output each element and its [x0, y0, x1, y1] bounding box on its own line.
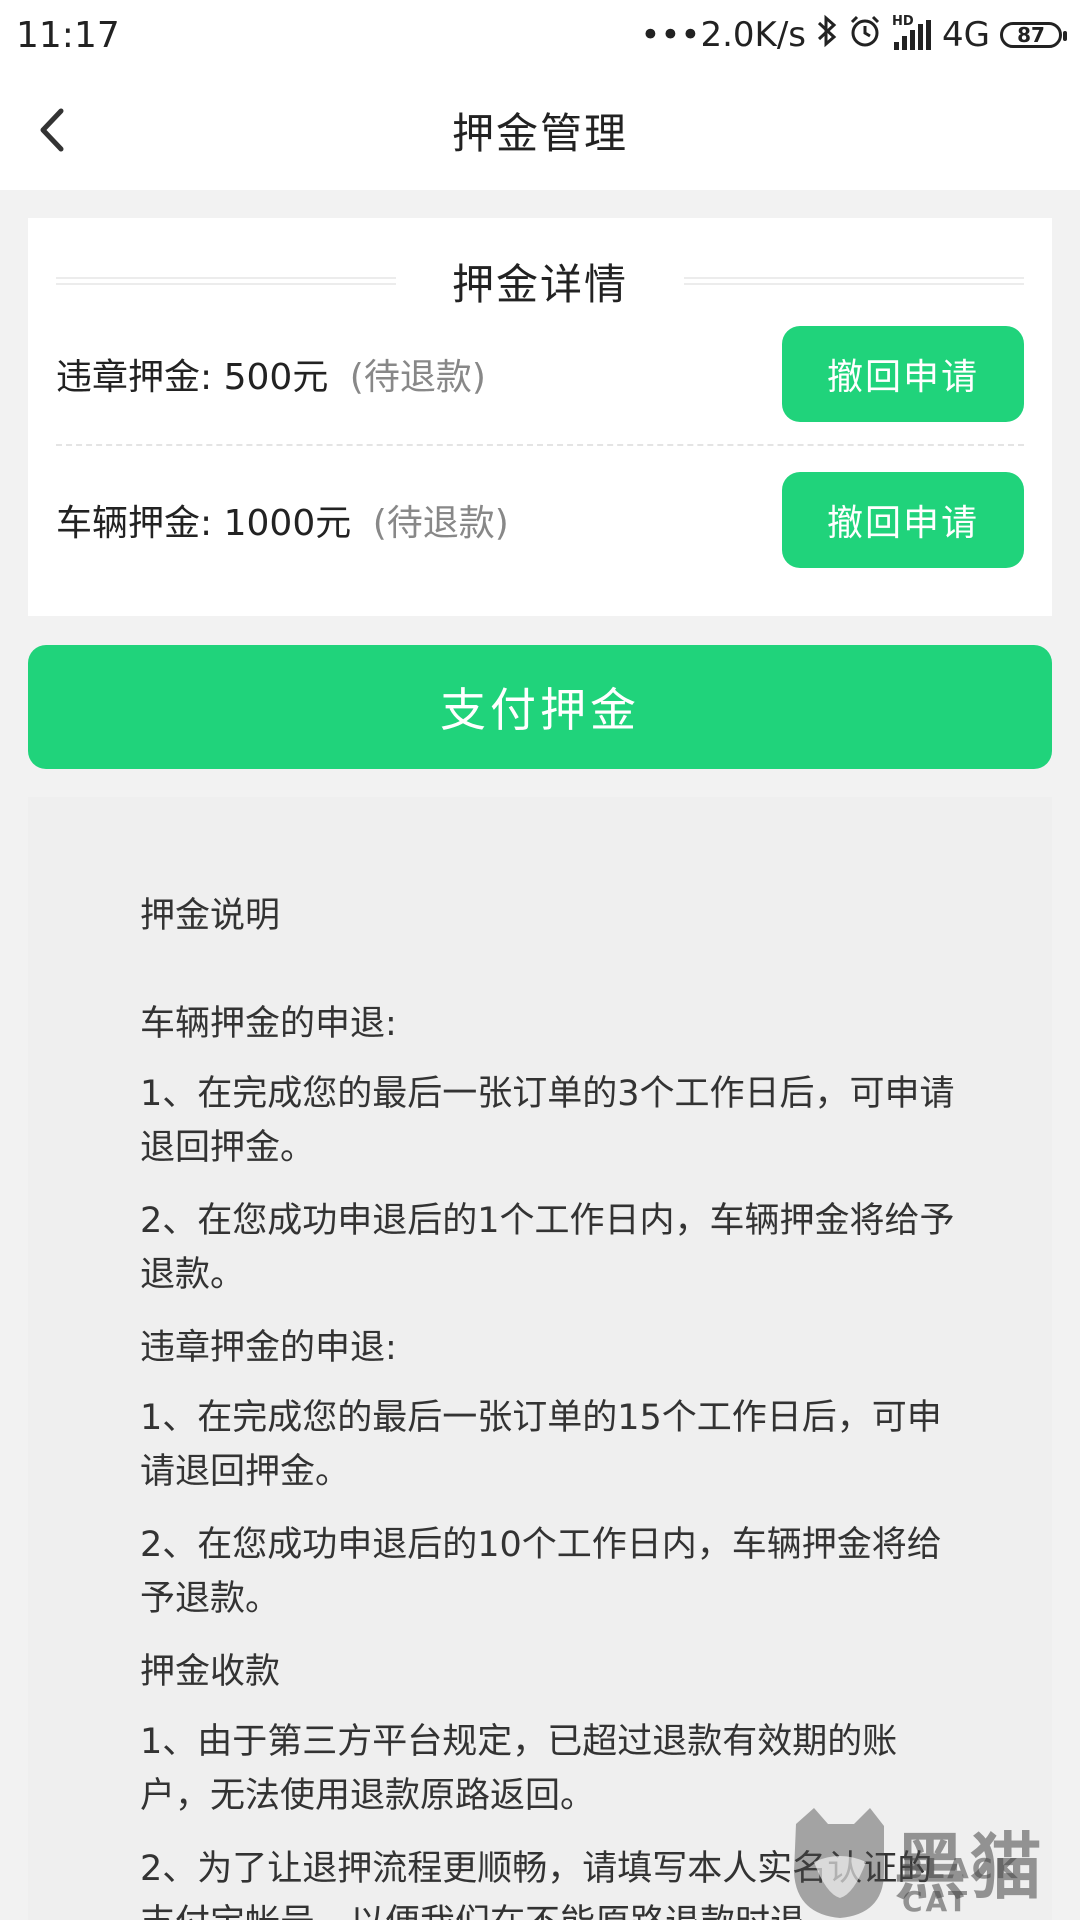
info-paragraph: 1、由于第三方平台规定，已超过退款有效期的账户，无法使用退款原路返回。: [140, 1722, 898, 1816]
battery-level: 87: [1017, 23, 1045, 47]
pay-deposit-button[interactable]: 支付押金: [28, 645, 1052, 769]
revoke-application-button[interactable]: 撤回申请: [782, 472, 1024, 568]
nav-bar: 押金管理: [0, 70, 1080, 190]
deposit-status: (待退款): [372, 503, 509, 544]
deposit-card: 押金详情 违章押金: 500元 (待退款) 撤回申请 车辆押金: 1000元 (…: [28, 218, 1052, 616]
alarm-icon: [848, 14, 882, 56]
header-divider-right: [683, 277, 1024, 285]
deposit-amount: 500元: [223, 357, 329, 398]
deposit-label: 违章押金: [56, 357, 201, 398]
info-paragraph: 1、在完成您的最后一张订单的3个工作日后，可申请退回押金。: [140, 1074, 955, 1168]
status-time: 11:17: [16, 14, 120, 56]
deposit-row-vehicle: 车辆押金: 1000元 (待退款) 撤回申请: [56, 472, 1024, 568]
info-subheading: 押金收款: [140, 1652, 281, 1692]
header-divider-left: [56, 277, 396, 285]
signal-icon: HD: [892, 14, 932, 52]
card-header: 押金详情: [56, 246, 1024, 316]
info-subheading: 车辆押金的申退:: [140, 1004, 397, 1044]
status-icons: •••2.0K/s HD 4G 87: [640, 14, 1067, 56]
deposit-row-text: 违章押金: 500元 (待退款): [56, 348, 486, 400]
revoke-application-button[interactable]: 撤回申请: [782, 326, 1024, 422]
status-bar: 11:17 •••2.0K/s HD 4G 87: [0, 0, 1080, 70]
app-root: 11:17 •••2.0K/s HD 4G 87 押金管理 押金详情 违章押金:…: [0, 0, 1080, 1920]
deposit-row-violation: 违章押金: 500元 (待退款) 撤回申请: [56, 326, 1024, 422]
row-divider: [56, 444, 1024, 446]
deposit-status: (待退款): [349, 357, 486, 398]
bluetooth-icon: [816, 14, 838, 56]
page-title: 押金管理: [451, 108, 628, 158]
deposit-separator: :: [200, 503, 213, 544]
info-paragraph: 2、在您成功申退后的10个工作日内，车辆押金将给予退款。: [140, 1525, 942, 1619]
network-type: 4G: [942, 15, 990, 55]
card-title: 押金详情: [451, 259, 628, 309]
info-paragraph: 1、在完成您的最后一张订单的15个工作日后，可申请退回押金。: [140, 1398, 942, 1492]
deposit-amount: 1000元: [223, 503, 352, 544]
info-paragraph: 2、在您成功申退后的1个工作日内，车辆押金将给予退款。: [140, 1201, 955, 1295]
battery-icon: 87: [1000, 22, 1067, 48]
back-button[interactable]: [22, 92, 82, 168]
network-speed: •••2.0K/s: [640, 15, 807, 55]
info-paragraph: 2、为了让退押流程更顺畅，请填写本人实名认证的支付宝帐号，以便我们在不能原路退款…: [140, 1849, 933, 1920]
deposit-label: 车辆押金: [56, 503, 201, 544]
info-heading: 押金说明: [140, 896, 281, 936]
chevron-left-icon: [40, 108, 64, 152]
deposit-info-section: 押金说明 车辆押金的申退: 1、在完成您的最后一张订单的3个工作日后，可申请退回…: [28, 797, 1052, 1920]
deposit-row-text: 车辆押金: 1000元 (待退款): [56, 494, 509, 546]
deposit-separator: :: [200, 357, 213, 398]
info-subheading: 违章押金的申退:: [140, 1328, 397, 1368]
